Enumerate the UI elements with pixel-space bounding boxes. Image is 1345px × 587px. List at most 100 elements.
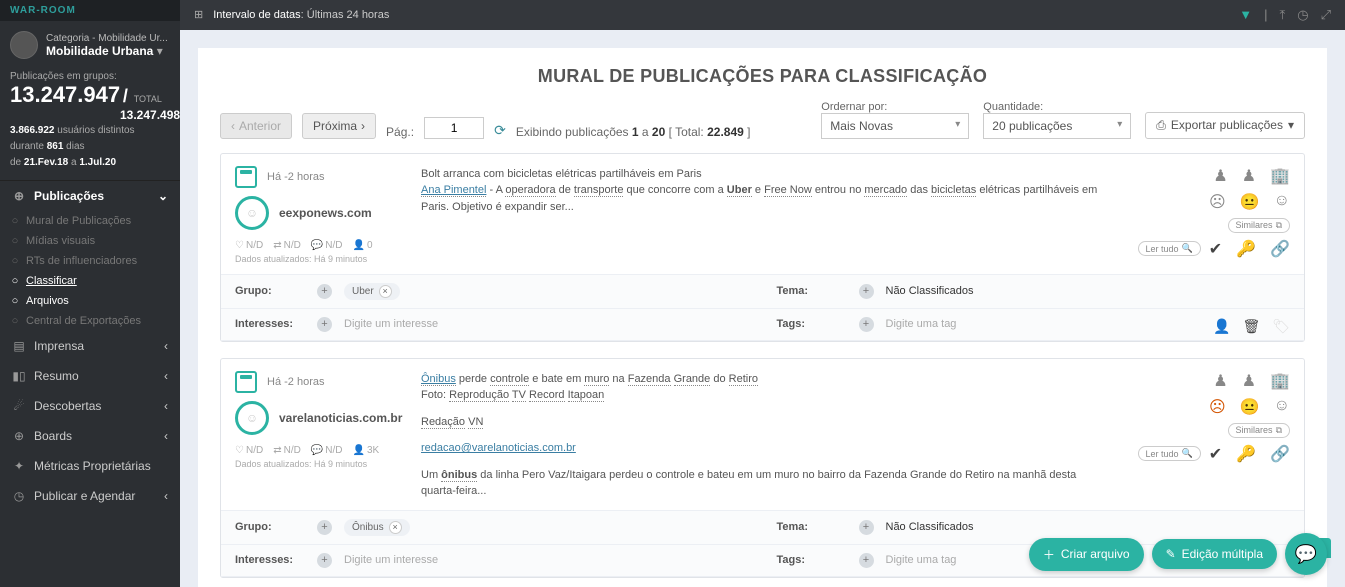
post-content: Ônibus perde controle e bate em muro na … xyxy=(421,371,1104,500)
qty-select[interactable]: 20 publicações xyxy=(983,113,1131,139)
refresh-icon[interactable]: ⟳ xyxy=(494,122,506,139)
tema-label: Tema: xyxy=(777,521,847,533)
nav-metricas[interactable]: ✦Métricas Proprietárias xyxy=(0,451,180,481)
building-icon[interactable]: 🏢 xyxy=(1270,371,1290,391)
lertudo-button[interactable]: Ler tudo 🔍 xyxy=(1138,241,1201,256)
sentiment-sad-icon[interactable]: ☹ xyxy=(1209,192,1226,212)
link[interactable]: Ônibus xyxy=(421,373,456,386)
author-avatar: ☺ xyxy=(235,196,269,230)
add-grupo[interactable]: + xyxy=(317,284,332,299)
grupo-label: Grupo: xyxy=(235,285,305,297)
sentiment-happy-icon[interactable]: ☺ xyxy=(1274,192,1290,212)
nav-classificar[interactable]: ○Classificar xyxy=(0,271,180,291)
comment-icon: 💬 xyxy=(311,240,323,251)
person-icon[interactable]: ♟ xyxy=(1213,166,1227,186)
nav-descobertas[interactable]: ☄Descobertas‹ xyxy=(0,391,180,421)
chevron-left-icon: ‹ xyxy=(164,489,168,503)
web-source-icon xyxy=(235,166,257,188)
add-interesse[interactable]: + xyxy=(317,553,332,568)
clock-icon: ◷ xyxy=(12,489,26,503)
similares-button[interactable]: Similares ⧉ xyxy=(1228,218,1290,233)
assign-user-icon[interactable]: 👤 xyxy=(1213,318,1230,335)
export-icon: ⎙ xyxy=(1156,118,1166,133)
check-icon[interactable]: ✔ xyxy=(1209,444,1222,464)
upload-icon[interactable]: ⤒ xyxy=(1280,7,1286,23)
nav-publicar[interactable]: ◷Publicar e Agendar‹ xyxy=(0,481,180,511)
nav-arquivos[interactable]: ○Arquivos xyxy=(0,291,180,311)
expand-icon[interactable]: ⤢ xyxy=(1321,7,1331,23)
history-icon[interactable]: ◷ xyxy=(1297,7,1308,23)
metrics-icon: ✦ xyxy=(12,459,26,473)
topbar: ⊞ Intervalo de datas: Últimas 24 horas ▼… xyxy=(180,0,1345,30)
key-icon[interactable]: 🔑 xyxy=(1236,444,1256,464)
add-interesse[interactable]: + xyxy=(317,317,332,332)
tags-label: Tags: xyxy=(777,554,847,566)
chip-remove[interactable]: × xyxy=(389,521,402,534)
export-button[interactable]: ⎙Exportar publicações▾ xyxy=(1145,112,1305,139)
add-tema[interactable]: + xyxy=(859,520,874,535)
order-select[interactable]: Mais Novas xyxy=(821,113,969,139)
add-grupo[interactable]: + xyxy=(317,520,332,535)
stats-big-number: 13.247.947 xyxy=(10,82,120,107)
app-name: WAR-ROOM xyxy=(0,0,180,21)
person-icon[interactable]: ♟ xyxy=(1213,371,1227,391)
category-selector[interactable]: Categoria - Mobilidade Ur... Mobilidade … xyxy=(0,21,180,67)
sentiment-happy-icon[interactable]: ☺ xyxy=(1274,397,1290,417)
sentiment-sad-icon[interactable]: ☹ xyxy=(1209,397,1226,417)
nav-central[interactable]: ○Central de Exportações xyxy=(0,311,180,331)
nav-publicacoes[interactable]: ⊕Publicações ⌄ xyxy=(0,181,180,211)
chat-button[interactable]: 💬 xyxy=(1285,533,1327,575)
date-range-label: Intervalo de datas xyxy=(213,9,300,21)
stats-block: Publicações em grupos: 13.247.947 / TOTA… xyxy=(0,67,180,180)
person-icon[interactable]: ♟ xyxy=(1242,371,1256,391)
add-tema[interactable]: + xyxy=(859,284,874,299)
building-icon[interactable]: 🏢 xyxy=(1270,166,1290,186)
post-source: eexponews.com xyxy=(279,206,372,220)
next-button[interactable]: Próxima› xyxy=(302,113,376,139)
nav-mural[interactable]: ○Mural de Publicações xyxy=(0,211,180,231)
filter-icon[interactable]: ▼ xyxy=(1239,7,1252,23)
prev-button[interactable]: ‹Anterior xyxy=(220,113,292,139)
person-icon[interactable]: ♟ xyxy=(1242,166,1256,186)
key-icon[interactable]: 🔑 xyxy=(1236,239,1256,259)
add-tag[interactable]: + xyxy=(859,553,874,568)
date-range-value: Últimas 24 horas xyxy=(307,9,390,21)
similares-button[interactable]: Similares ⧉ xyxy=(1228,423,1290,438)
share-icon: ⇄ xyxy=(273,240,281,251)
grupo-chip: Ônibus× xyxy=(344,519,410,536)
category-label: Categoria - Mobilidade Ur... xyxy=(46,33,168,44)
grid-icon[interactable]: ⊞ xyxy=(194,8,203,21)
heart-icon: ♡ xyxy=(235,445,244,456)
add-tag[interactable]: + xyxy=(859,317,874,332)
sentiment-neutral-icon[interactable]: 😐 xyxy=(1240,397,1260,417)
check-icon[interactable]: ✔ xyxy=(1209,239,1222,259)
trash-icon[interactable]: 🗑 xyxy=(1242,318,1260,335)
page-input[interactable] xyxy=(424,117,484,139)
chip-remove[interactable]: × xyxy=(379,285,392,298)
chevron-left-icon: ‹ xyxy=(164,429,168,443)
category-value: Mobilidade Urbana xyxy=(46,44,153,58)
criar-arquivo-button[interactable]: ＋Criar arquivo xyxy=(1029,538,1144,571)
interesses-input[interactable]: Digite um interesse xyxy=(344,554,438,566)
chevron-down-icon[interactable]: ▾ xyxy=(157,44,163,58)
sentiment-neutral-icon[interactable]: 😐 xyxy=(1240,192,1260,212)
interesses-input[interactable]: Digite um interesse xyxy=(344,318,438,330)
tags-input[interactable]: Digite uma tag xyxy=(886,318,957,330)
nav-boards[interactable]: ⊕Boards‹ xyxy=(0,421,180,451)
grupo-label: Grupo: xyxy=(235,521,305,533)
nav-rts[interactable]: ○RTs de influenciadores xyxy=(0,251,180,271)
link-icon[interactable]: 🔗 xyxy=(1270,239,1290,259)
tags-input[interactable]: Digite uma tag xyxy=(886,554,957,566)
nav-imprensa[interactable]: ▤Imprensa‹ xyxy=(0,331,180,361)
interesses-label: Interesses: xyxy=(235,318,305,330)
nav-resumo[interactable]: ▮▯Resumo‹ xyxy=(0,361,180,391)
chart-icon: ▮▯ xyxy=(12,369,26,383)
lertudo-button[interactable]: Ler tudo 🔍 xyxy=(1138,446,1201,461)
pagination-controls: ‹Anterior Próxima› Pág.: ⟳ Exibindo publ… xyxy=(220,101,1305,139)
link-icon[interactable]: 🔗 xyxy=(1270,444,1290,464)
edicao-multipla-button[interactable]: ✎Edição múltipla xyxy=(1152,539,1277,569)
email-link[interactable]: redacao@varelanoticias.com.br xyxy=(421,442,576,454)
nav-midias[interactable]: ○Mídias visuais xyxy=(0,231,180,251)
link[interactable]: Ana Pimentel xyxy=(421,184,486,197)
tag-icon[interactable]: 🏷 xyxy=(1272,318,1290,335)
